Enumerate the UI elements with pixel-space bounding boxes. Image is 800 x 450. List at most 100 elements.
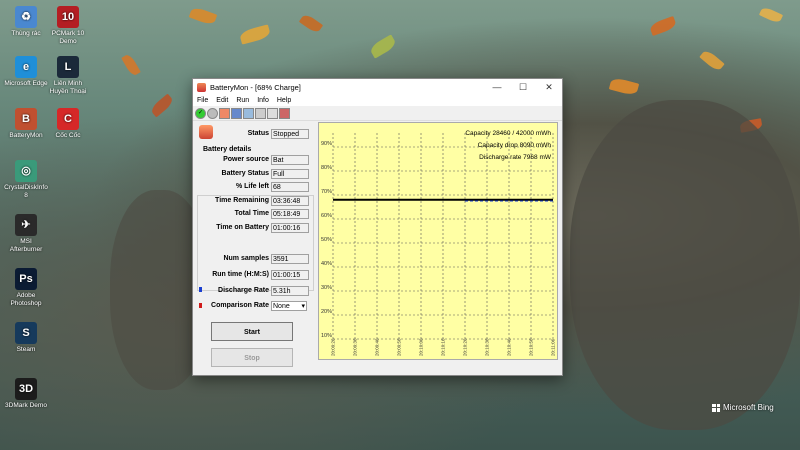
desktop-icon[interactable]: S Steam <box>4 322 48 354</box>
stat-value: 3591 <box>271 254 309 264</box>
desktop-icon[interactable]: e Microsoft Edge <box>4 56 48 88</box>
y-tick-label: 20% <box>321 309 332 315</box>
menu-run[interactable]: Run <box>232 97 253 104</box>
y-tick-label: 10% <box>321 333 332 339</box>
x-tick-label: 20:09:36 <box>353 338 358 356</box>
detail-row: Time Remaining 03:36:48 <box>193 195 315 207</box>
desktop-icon[interactable]: ◎ CrystalDiskInfo 8 <box>4 160 48 200</box>
desktop-icon-label: 3DMark Demo <box>5 402 47 409</box>
close-button[interactable]: ✕ <box>536 82 562 93</box>
detail-label: Power source <box>223 156 269 163</box>
check-icon[interactable]: ✓ <box>195 107 206 119</box>
desktop-icon[interactable]: Ps Adobe Photoshop <box>4 268 48 308</box>
battery-icon[interactable] <box>219 107 230 119</box>
x-tick-label: 20:10:26 <box>463 338 468 356</box>
menu-bar: File Edit Run Info Help <box>193 95 562 106</box>
detail-row: Total Time 05:18:49 <box>193 209 315 220</box>
comparison-select[interactable]: None ▾ <box>271 301 307 311</box>
bing-watermark-text: Microsoft Bing <box>723 403 774 412</box>
x-tick-label: 20:10:06 <box>419 338 424 356</box>
x-tick-label: 20:11:06 <box>551 338 556 356</box>
menu-help[interactable]: Help <box>273 97 295 104</box>
menu-file[interactable]: File <box>193 97 212 104</box>
x-tick-label: 20:10:36 <box>485 338 490 356</box>
status-label: Status <box>247 130 269 137</box>
battery-details-title: Battery details <box>201 146 254 153</box>
settings-icon[interactable] <box>267 107 278 119</box>
save-icon[interactable] <box>231 107 242 119</box>
x-tick-label: 20:10:16 <box>441 338 446 356</box>
comparison-value: None <box>273 303 290 310</box>
desktop-icon[interactable]: ✈ MSI Afterburner <box>4 214 48 254</box>
charge-chart: 90% 80% 70% 60% 50% 40% 30% 20% 10% 20:09:26 20:09… <box>318 122 558 360</box>
menu-edit[interactable]: Edit <box>212 97 232 104</box>
graph-icon[interactable] <box>255 107 266 119</box>
detail-row: % Life left 68 <box>193 182 315 193</box>
stat-row: Run time (H:M:S) 01:00:15 <box>193 270 315 281</box>
stop-icon[interactable] <box>207 107 218 119</box>
desktop-app-icon: 3D <box>15 378 37 400</box>
minimize-button[interactable]: — <box>484 82 510 92</box>
start-button[interactable]: Start <box>211 322 293 341</box>
stat-label: Discharge Rate <box>218 287 269 294</box>
y-tick-label: 60% <box>321 213 332 219</box>
desktop-app-icon: ✈ <box>15 214 37 236</box>
toolbar: ✓ <box>193 106 562 121</box>
y-tick-label: 40% <box>321 261 332 267</box>
comparison-legend-swatch <box>199 303 202 308</box>
y-tick-label: 50% <box>321 237 332 243</box>
chart-info-line: Capacity drop 8090 mWh <box>477 142 551 149</box>
desktop-app-icon: S <box>15 322 37 344</box>
stop-button[interactable]: Stop <box>211 348 293 367</box>
detail-label: % Life left <box>235 183 269 190</box>
desktop-app-icon: e <box>15 56 37 78</box>
desktop-app-icon: 10 <box>57 6 79 28</box>
bing-watermark: Microsoft Bing <box>712 403 774 412</box>
detail-row: Battery Status Full <box>193 168 315 180</box>
detail-value: Full <box>271 168 309 179</box>
batterymon-window: BatteryMon - [68% Charge] — ☐ ✕ File Edi… <box>192 78 563 376</box>
x-tick-label: 20:10:56 <box>529 338 534 356</box>
stat-row: Num samples 3591 <box>193 254 315 265</box>
desktop-icon[interactable]: 10 PCMark 10 Demo <box>46 6 90 46</box>
stat-value: 5.31h <box>271 286 309 296</box>
window-title: BatteryMon - [68% Charge] <box>210 82 301 92</box>
menu-info[interactable]: Info <box>253 97 273 104</box>
detail-label: Total Time <box>234 210 269 217</box>
y-tick-label: 30% <box>321 285 332 291</box>
maximize-button[interactable]: ☐ <box>510 82 536 93</box>
desktop-app-icon: C <box>57 108 79 130</box>
chart-info-line: Discharge rate 7968 mW <box>479 154 551 161</box>
desktop-icon[interactable]: 3D 3DMark Demo <box>4 378 48 410</box>
comparison-label: Comparison Rate <box>211 302 269 309</box>
desktop-icon-label: MSI Afterburner <box>9 238 43 253</box>
desktop-icon[interactable]: C Cốc Cốc <box>46 108 90 140</box>
app-icon <box>197 82 206 92</box>
status-value: Stopped <box>271 129 309 139</box>
detail-row: Power source Bat <box>193 155 315 166</box>
detail-row: Time on Battery 01:00:16 <box>193 222 315 234</box>
x-tick-label: 20:10:46 <box>507 338 512 356</box>
x-tick-label: 20:09:26 <box>331 338 336 356</box>
desktop-app-icon: Ps <box>15 268 37 290</box>
detail-value: 03:36:48 <box>271 195 309 206</box>
title-bar[interactable]: BatteryMon - [68% Charge] — ☐ ✕ <box>193 79 562 95</box>
chevron-down-icon: ▾ <box>301 303 305 310</box>
desktop-icon-label: CrystalDiskInfo 8 <box>4 184 48 199</box>
discharge-legend-swatch <box>199 287 202 292</box>
chart-icon[interactable] <box>243 107 254 119</box>
desktop-app-icon: L <box>57 56 79 78</box>
y-tick-label: 80% <box>321 165 332 171</box>
detail-label: Time on Battery <box>216 223 269 231</box>
y-tick-label: 90% <box>321 141 332 147</box>
desktop-icon-label: Cốc Cốc <box>55 132 81 139</box>
detail-value: Bat <box>271 155 309 165</box>
desktop-icon[interactable]: ♻ Thùng rác <box>4 6 48 38</box>
desktop-icon[interactable]: B BatteryMon <box>4 108 48 140</box>
print-icon[interactable] <box>279 107 290 119</box>
bing-logo-icon <box>712 403 720 412</box>
chart-info-line: Capacity 28460 / 42000 mWh <box>465 130 551 137</box>
desktop-icon[interactable]: L Liên Minh Huyền Thoại <box>46 56 90 96</box>
desktop-app-icon: ♻ <box>15 6 37 28</box>
desktop-app-icon: B <box>15 108 37 130</box>
